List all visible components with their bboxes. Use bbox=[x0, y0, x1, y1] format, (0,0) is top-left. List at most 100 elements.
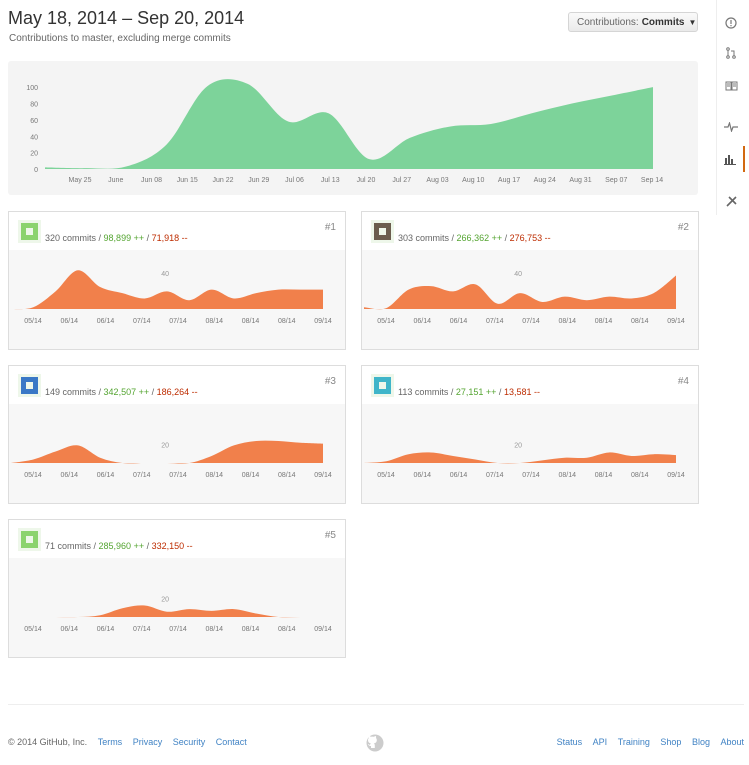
x-tick-label: Aug 17 bbox=[498, 177, 520, 184]
y-tick-label: 100 bbox=[26, 85, 38, 92]
contributor-card: 320 commits / 98,899 ++ / 71,918 -- #1 40 0… bbox=[8, 211, 346, 350]
x-tick-label: 08/14 bbox=[558, 472, 576, 479]
contributor-stats: 320 commits / 98,899 ++ / 71,918 -- bbox=[45, 233, 188, 243]
contributor-rank: #4 bbox=[677, 376, 689, 387]
x-tick-label: 06/14 bbox=[97, 318, 115, 325]
x-tick-label: 08/14 bbox=[558, 318, 576, 325]
x-tick-label: 08/14 bbox=[278, 626, 296, 633]
x-tick-label: 05/14 bbox=[377, 318, 395, 325]
footer-link-shop[interactable]: Shop bbox=[660, 737, 681, 747]
contributor-area bbox=[364, 452, 676, 464]
footer-link-contact[interactable]: Contact bbox=[216, 737, 247, 747]
contributor-rank: #1 bbox=[324, 222, 336, 233]
x-tick-label: 07/14 bbox=[169, 626, 187, 633]
y-tick-label: 40 bbox=[514, 271, 522, 278]
commit-count[interactable]: 71 commits bbox=[45, 541, 91, 551]
x-tick-label: 08/14 bbox=[631, 472, 649, 479]
contributor-area bbox=[364, 275, 676, 310]
contributor-chart: 40 05/14 06/14 06/14 07/14 07/14 08/14 08/14 08/… bbox=[362, 250, 698, 349]
x-tick-label: 07/14 bbox=[486, 318, 504, 325]
x-tick-label: 09/14 bbox=[314, 472, 332, 479]
commit-count[interactable]: 113 commits bbox=[398, 387, 448, 397]
additions-count: 98,899 ++ bbox=[103, 233, 145, 243]
contributor-rank: #3 bbox=[324, 376, 336, 387]
x-tick-label: Jul 06 bbox=[285, 177, 304, 184]
dropdown-value: Commits bbox=[641, 16, 685, 28]
contributor-stats: 149 commits / 342,507 ++ / 186,264 -- bbox=[45, 387, 198, 397]
caret-down-icon: ▼ bbox=[688, 17, 697, 27]
contributor-card-header: 113 commits / 27,151 ++ / 13,581 -- #4 bbox=[362, 366, 698, 404]
contributor-avatar[interactable] bbox=[371, 220, 394, 243]
x-tick-label: 08/14 bbox=[205, 472, 223, 479]
footer-link-terms[interactable]: Terms bbox=[98, 737, 123, 747]
contributor-avatar[interactable] bbox=[18, 374, 41, 397]
footer-link-security[interactable]: Security bbox=[173, 737, 206, 747]
contributor-avatar[interactable] bbox=[18, 220, 41, 243]
x-tick-label: Aug 31 bbox=[569, 177, 591, 184]
x-tick-label: 05/14 bbox=[24, 472, 42, 479]
pulse-icon[interactable] bbox=[717, 114, 745, 140]
y-tick-label: 40 bbox=[30, 134, 38, 141]
deletions-count: 71,918 -- bbox=[151, 233, 188, 243]
x-tick-label: 06/14 bbox=[60, 626, 78, 633]
commit-count[interactable]: 303 commits bbox=[398, 233, 449, 243]
deletions-count: 13,581 -- bbox=[503, 387, 540, 397]
y-tick-label: 40 bbox=[161, 271, 169, 278]
x-tick-label: Jun 22 bbox=[212, 177, 233, 184]
commit-count[interactable]: 149 commits bbox=[45, 387, 96, 397]
contributor-card: 71 commits / 285,960 ++ / 332,150 -- #5 20… bbox=[8, 519, 346, 658]
y-tick-label: 20 bbox=[161, 442, 169, 449]
contributor-chart-svg: 20 05/14 06/14 06/14 07/14 07/14 08/14 08/14 08/… bbox=[364, 442, 685, 479]
deletions-count: 332,150 -- bbox=[151, 541, 193, 551]
footer: © 2014 GitHub, Inc. Terms Privacy Securi… bbox=[8, 704, 744, 752]
x-tick-label: 07/14 bbox=[133, 472, 151, 479]
x-tick-label: 06/14 bbox=[413, 318, 431, 325]
contributor-rank: #5 bbox=[324, 530, 336, 541]
graphs-icon[interactable] bbox=[717, 146, 745, 172]
footer-link-training[interactable]: Training bbox=[618, 737, 650, 747]
github-octocat-icon[interactable] bbox=[366, 734, 384, 752]
x-tick-label: 08/14 bbox=[595, 318, 613, 325]
contributions-chart-svg: 100 80 60 40 20 0 May 25 June Jun 08 Jun 15 Jun 22… bbox=[26, 79, 663, 184]
x-tick-label: 07/14 bbox=[522, 472, 540, 479]
contributor-avatar[interactable] bbox=[18, 528, 41, 551]
footer-link-blog[interactable]: Blog bbox=[692, 737, 710, 747]
contributor-card-header: 71 commits / 285,960 ++ / 332,150 -- #5 bbox=[9, 520, 345, 558]
contributor-rank: #2 bbox=[677, 222, 689, 233]
y-tick-label: 20 bbox=[161, 596, 169, 603]
contributor-stats: 303 commits / 266,362 ++ / 276,753 -- bbox=[398, 233, 551, 243]
contributions-dropdown[interactable]: Contributions: Commits ▼ bbox=[568, 12, 698, 32]
contributor-card: 113 commits / 27,151 ++ / 13,581 -- #4 20 0… bbox=[361, 365, 699, 504]
contributor-chart-svg: 40 05/14 06/14 06/14 07/14 07/14 08/14 08/14 08/… bbox=[364, 271, 685, 325]
x-tick-label: Jul 27 bbox=[392, 177, 411, 184]
contributor-chart: 20 05/14 06/14 06/14 07/14 07/14 08/14 08/14 08/… bbox=[9, 558, 345, 657]
pull-request-icon[interactable] bbox=[717, 40, 745, 66]
x-tick-label: 06/14 bbox=[450, 472, 468, 479]
x-tick-label: May 25 bbox=[69, 177, 92, 184]
x-tick-label: Jun 29 bbox=[248, 177, 269, 184]
commit-count[interactable]: 320 commits bbox=[45, 233, 96, 243]
x-tick-label: 06/14 bbox=[413, 472, 431, 479]
x-tick-label: 06/14 bbox=[97, 626, 115, 633]
contributor-card: 149 commits / 342,507 ++ / 186,264 -- #3 2… bbox=[8, 365, 346, 504]
contributor-card-header: 303 commits / 266,362 ++ / 276,753 -- #2 bbox=[362, 212, 698, 250]
x-tick-label: Aug 10 bbox=[462, 177, 484, 184]
additions-count: 342,507 ++ bbox=[103, 387, 150, 397]
wiki-icon[interactable] bbox=[717, 72, 745, 98]
x-tick-label: 08/14 bbox=[242, 318, 260, 325]
x-tick-label: 09/14 bbox=[314, 626, 332, 633]
contributor-avatar[interactable] bbox=[371, 374, 394, 397]
settings-icon[interactable] bbox=[717, 188, 745, 214]
footer-link-status[interactable]: Status bbox=[557, 737, 583, 747]
y-tick-label: 80 bbox=[30, 102, 38, 109]
footer-link-api[interactable]: API bbox=[593, 737, 608, 747]
contributor-card-header: 149 commits / 342,507 ++ / 186,264 -- #3 bbox=[9, 366, 345, 404]
x-tick-label: 08/14 bbox=[595, 472, 613, 479]
issues-icon[interactable] bbox=[717, 10, 745, 36]
footer-link-privacy[interactable]: Privacy bbox=[133, 737, 163, 747]
deletions-count: 276,753 -- bbox=[509, 233, 551, 243]
x-tick-label: 06/14 bbox=[97, 472, 115, 479]
y-tick-label: 20 bbox=[514, 442, 522, 449]
page-title: May 18, 2014 – Sep 20, 2014 bbox=[8, 8, 245, 28]
footer-link-about[interactable]: About bbox=[720, 737, 744, 747]
